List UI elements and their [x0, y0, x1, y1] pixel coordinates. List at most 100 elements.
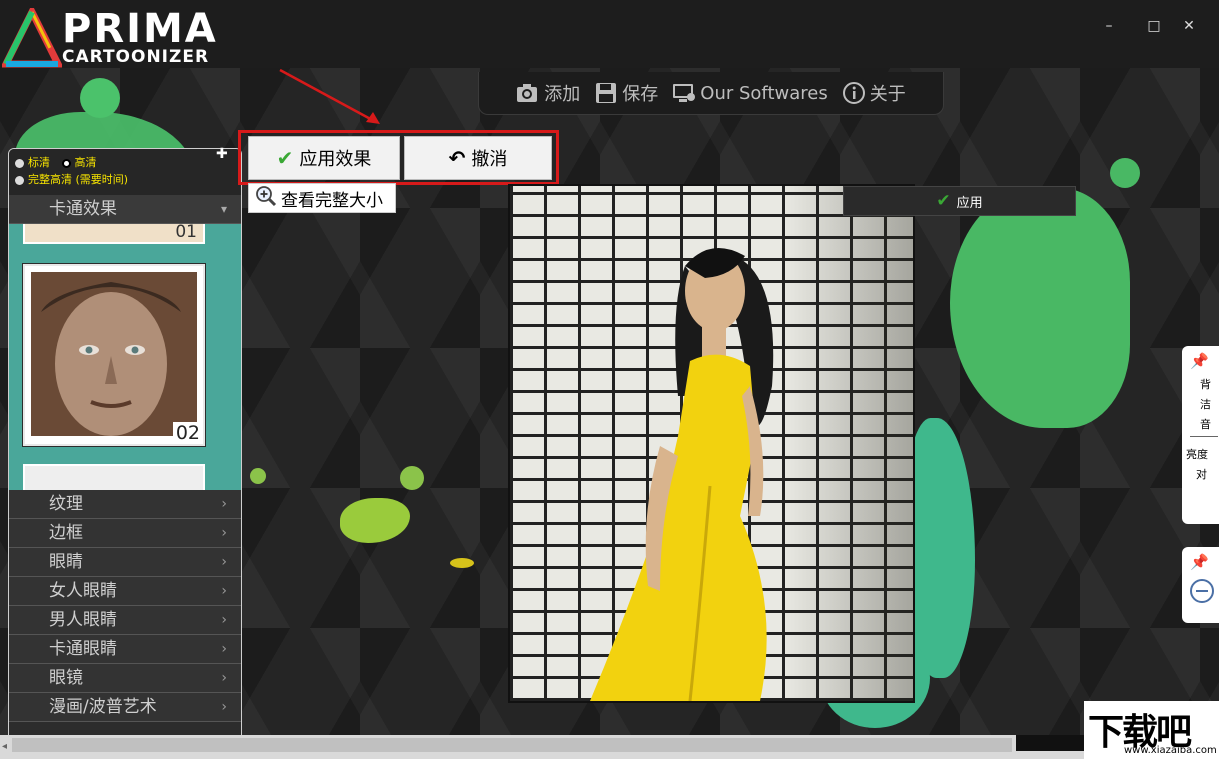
preview-image[interactable] — [508, 184, 915, 703]
menu-label: 漫画/波普艺术 — [49, 697, 157, 717]
save-button[interactable]: 保存 — [594, 80, 658, 106]
about-label: 关于 — [869, 84, 906, 105]
standard-label: 标清 — [28, 156, 50, 169]
menu-label: 眼镜 — [49, 668, 83, 688]
contrast-label: 对 — [1196, 468, 1207, 481]
radio-standard[interactable] — [15, 158, 24, 168]
pin-icon[interactable]: ✚ — [216, 146, 228, 162]
effects-thumbnail-list[interactable]: 01 02 — [9, 224, 241, 490]
undo-label: 撤消 — [471, 149, 508, 170]
high-label: 高清 — [74, 156, 97, 169]
logo-subtitle: CARTOONIZER — [62, 47, 210, 67]
adjust-label: 洁 — [1200, 398, 1211, 411]
apply-effect-button[interactable]: ✔ 应用效果 — [248, 136, 400, 180]
pin-icon[interactable]: 📌 — [1190, 352, 1209, 370]
our-softwares-label: Our Softwares — [700, 82, 828, 104]
paint-splash — [250, 468, 266, 484]
pin-icon[interactable]: 📌 — [1190, 553, 1209, 571]
apply-label: 应用 — [956, 195, 983, 211]
menu-label: 男人眼睛 — [49, 610, 117, 630]
view-full-size-label: 查看完整大小 — [281, 190, 383, 211]
add-label: 添加 — [544, 84, 581, 105]
main-toolbar: 添加 保存 Our Softwares 关于 — [478, 72, 944, 115]
menu-label: 纹理 — [49, 494, 83, 514]
radio-high[interactable] — [61, 158, 71, 168]
adjustments-panel: 📌 背 洁 音 亮度 对 — [1182, 346, 1219, 524]
cartoon-effects-header[interactable]: 卡通效果 ▾ — [9, 195, 241, 224]
watermark-url: www.xiazaiba.com — [1124, 745, 1217, 756]
camera-add-icon — [516, 81, 540, 105]
app-logo: PRIMA CARTOONIZER — [2, 6, 218, 68]
chevron-right-icon: › — [221, 554, 227, 570]
effect-thumbnail-02[interactable]: 02 — [22, 263, 206, 447]
menu-border[interactable]: 边框 › — [9, 519, 241, 548]
effect-thumbnail-01[interactable]: 01 — [23, 224, 205, 244]
full-hd-label: 完整高清 (需要时间) — [28, 173, 129, 186]
menu-eyes[interactable]: 眼睛 › — [9, 548, 241, 577]
menu-label: 眼睛 — [49, 552, 83, 572]
menu-label: 女人眼睛 — [49, 581, 117, 601]
menu-comic-pop-art[interactable]: 漫画/波普艺术 › — [9, 693, 241, 722]
maximize-button[interactable]: □ — [1139, 14, 1169, 38]
cartoon-effects-title: 卡通效果 — [49, 199, 117, 219]
undo-icon: ↶ — [448, 146, 466, 170]
zoom-out-icon[interactable] — [1190, 579, 1214, 603]
menu-texture[interactable]: 纹理 › — [9, 490, 241, 519]
info-icon — [842, 81, 866, 105]
scrollbar-thumb[interactable] — [12, 738, 1012, 752]
adjust-label: 背 — [1200, 378, 1211, 391]
save-label: 保存 — [622, 84, 659, 105]
floppy-save-icon — [594, 81, 618, 105]
menu-label: 边框 — [49, 523, 83, 543]
cartoon-face-image — [31, 272, 197, 436]
about-button[interactable]: 关于 — [842, 80, 906, 106]
effect-number: 01 — [175, 224, 197, 242]
paint-splash — [450, 558, 474, 568]
zoom-in-icon — [255, 185, 277, 212]
annotation-arrow-icon — [279, 68, 380, 124]
paint-splash — [1110, 158, 1140, 188]
undo-button[interactable]: ↶ 撤消 — [404, 136, 552, 180]
scroll-left-icon[interactable]: ◂ — [2, 741, 7, 752]
effects-panel: 标清 高清 完整高清 (需要时间) 卡通效果 ▾ 01 02 纹理 › 边框 ›… — [8, 148, 242, 736]
menu-label: 卡通眼睛 — [49, 639, 117, 659]
cartoon-woman-image — [590, 248, 774, 701]
close-button[interactable]: ✕ — [1174, 14, 1204, 38]
our-softwares-button[interactable]: Our Softwares — [672, 81, 828, 105]
triangle-logo-icon — [2, 8, 62, 68]
apply-effect-label: 应用效果 — [299, 149, 372, 170]
paint-splash — [905, 418, 975, 678]
chevron-right-icon: › — [221, 612, 227, 628]
effects-menu: 纹理 › 边框 › 眼睛 › 女人眼睛 › 男人眼睛 › 卡通眼睛 › 眼镜 › 漫画/波普艺… — [9, 490, 241, 722]
radio-full-hd[interactable] — [15, 175, 24, 185]
chevron-down-icon: ▾ — [220, 202, 227, 216]
paint-splash — [400, 466, 424, 490]
site-watermark: 下载吧 www.xiazaiba.com — [1084, 701, 1219, 759]
menu-man-eyes[interactable]: 男人眼睛 › — [9, 606, 241, 635]
apply-button[interactable]: ✔ 应用 — [843, 186, 1076, 216]
menu-glasses[interactable]: 眼镜 › — [9, 664, 241, 693]
software-icon — [672, 81, 696, 105]
checkmark-icon: ✔ — [936, 191, 951, 211]
zoom-panel: 📌 — [1182, 547, 1219, 623]
chevron-right-icon: › — [221, 496, 227, 512]
chevron-right-icon: › — [221, 583, 227, 599]
view-full-size-button[interactable]: 查看完整大小 — [248, 183, 396, 213]
effect-number: 02 — [172, 422, 203, 444]
adjust-label: 音 — [1200, 418, 1211, 431]
minimize-button[interactable]: – — [1094, 14, 1124, 38]
chevron-right-icon: › — [221, 670, 227, 686]
menu-woman-eyes[interactable]: 女人眼睛 › — [9, 577, 241, 606]
add-button[interactable]: 添加 — [516, 80, 580, 106]
checkmark-icon: ✔ — [276, 146, 294, 170]
chevron-right-icon: › — [221, 525, 227, 541]
menu-cartoon-eyes[interactable]: 卡通眼睛 › — [9, 635, 241, 664]
logo-title: PRIMA — [62, 6, 218, 52]
effect-thumbnail-03[interactable] — [23, 464, 205, 490]
divider — [1190, 436, 1218, 437]
paint-splash — [80, 78, 120, 118]
paint-splash — [950, 188, 1130, 428]
title-bar: PRIMA CARTOONIZER – □ ✕ — [0, 0, 1219, 68]
paint-splash — [340, 498, 410, 543]
quality-options: 标清 高清 完整高清 (需要时间) — [9, 149, 241, 195]
